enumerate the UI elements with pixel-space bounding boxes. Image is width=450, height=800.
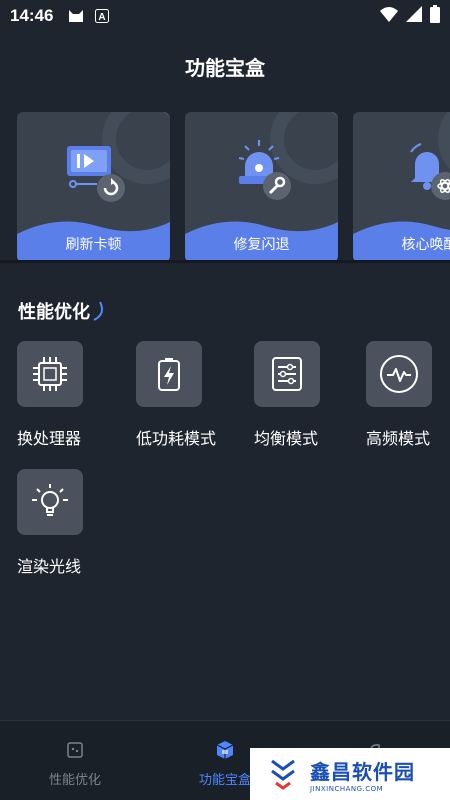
feature-card-crash-fix[interactable]: 修复闪退 <box>185 112 338 262</box>
swirl-icon <box>93 301 103 321</box>
feature-card-refresh[interactable]: 刷新卡顿 <box>17 112 170 262</box>
battery-icon <box>430 5 440 27</box>
watermark-url: JINXINCHANG.COM <box>310 784 384 793</box>
lightbulb-icon <box>17 469 83 535</box>
box-icon <box>215 739 235 761</box>
nav-label: 功能宝盒 <box>198 773 251 788</box>
page-title: 功能宝盒 <box>185 56 265 80</box>
feature-card-carousel[interactable]: 刷新卡顿 修复闪退 核心唤 <box>17 112 450 264</box>
siren-wrench-icon <box>238 140 291 200</box>
nav-label: 性能优化 <box>48 773 101 788</box>
tool-label: 渲染光线 <box>17 557 82 576</box>
bell-atom-icon <box>410 143 450 200</box>
battery-bolt-icon <box>136 341 202 407</box>
watermark: 鑫昌软件园 JINXINCHANG.COM <box>250 748 450 800</box>
nav-tab-performance[interactable]: 性能优化 <box>20 721 130 800</box>
signal-icon: × <box>406 6 422 26</box>
feature-card-label: 刷新卡顿 <box>65 237 122 253</box>
status-time: 14:46 <box>10 6 54 25</box>
tool-switch-processor[interactable]: 换处理器 <box>17 341 117 449</box>
svg-text:A: A <box>99 12 106 23</box>
tool-balanced-mode[interactable]: 均衡模式 <box>254 341 354 449</box>
tool-high-frequency-mode[interactable]: 高频模式 <box>366 341 450 449</box>
tool-label: 均衡模式 <box>254 429 319 448</box>
tool-label: 换处理器 <box>17 429 82 448</box>
feature-card-label: 修复闪退 <box>233 237 290 253</box>
tool-low-power-mode[interactable]: 低功耗模式 <box>136 341 236 449</box>
watermark-title: 鑫昌软件园 <box>310 759 415 784</box>
refresh-screen-icon <box>67 146 125 202</box>
svg-text:×: × <box>410 10 414 16</box>
cards-divider <box>0 260 450 263</box>
tool-ray-rendering[interactable]: 渲染光线 <box>17 469 117 577</box>
pulse-circle-icon <box>366 341 432 407</box>
status-bar: 14:46 A × <box>0 0 450 32</box>
watermark-logo-icon <box>271 759 295 790</box>
section-title: 性能优化 <box>18 298 106 324</box>
a-notification-icon: A <box>95 9 110 23</box>
performance-icon <box>66 739 84 761</box>
chip-icon <box>17 341 83 407</box>
sliders-icon <box>254 341 320 407</box>
tool-label: 高频模式 <box>366 429 431 448</box>
cat-icon <box>67 8 85 24</box>
feature-card-core-wake[interactable]: 核心唤醒 <box>353 112 450 262</box>
wifi-icon <box>380 6 398 26</box>
tool-label: 低功耗模式 <box>136 429 217 448</box>
feature-card-label: 核心唤醒 <box>401 237 450 253</box>
